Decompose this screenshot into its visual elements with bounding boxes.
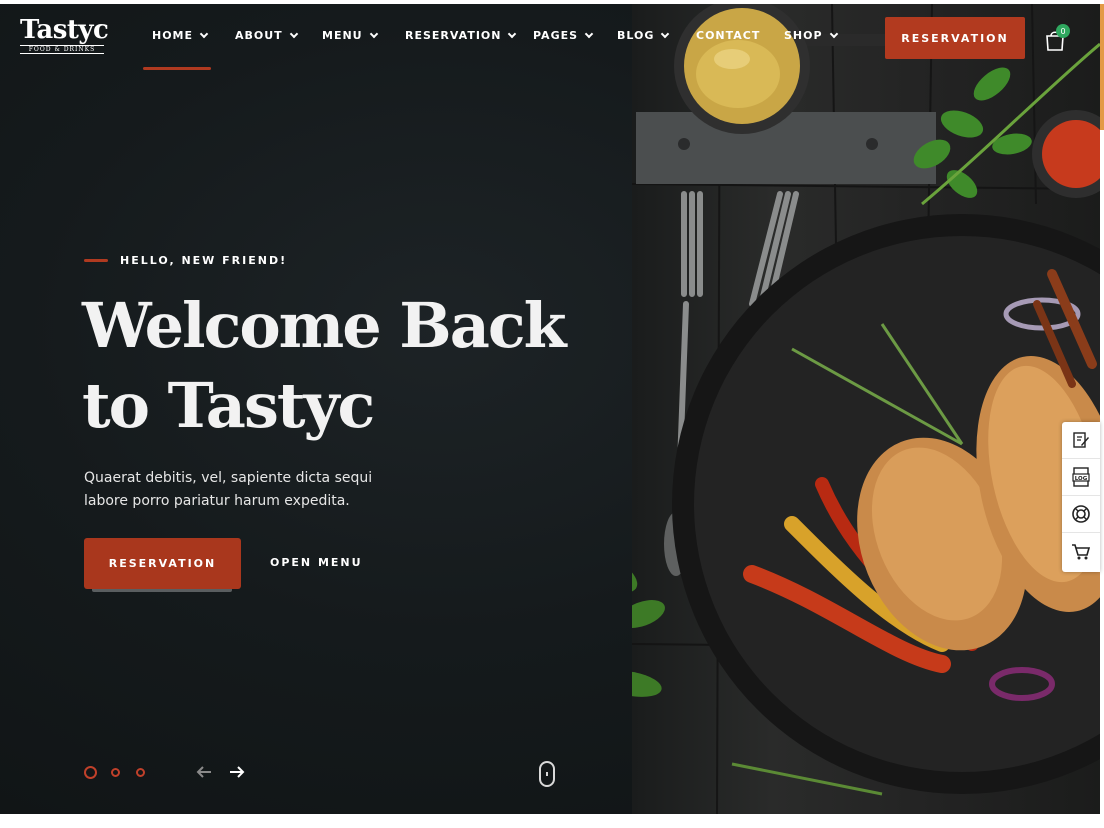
nav-item-shop[interactable]: SHOP xyxy=(784,29,838,42)
nav-item-reservation[interactable]: RESERVATION xyxy=(405,29,517,42)
nav-reservation-button[interactable]: RESERVATION xyxy=(885,17,1025,59)
side-tool-support[interactable] xyxy=(1062,496,1100,533)
nav-item-menu[interactable]: MENU xyxy=(322,29,378,42)
nav-item-about[interactable]: ABOUT xyxy=(235,29,298,42)
logo[interactable]: Tastyc FOOD & DRINKS xyxy=(20,16,110,56)
chevron-down-icon xyxy=(829,29,838,38)
side-tool-edit[interactable] xyxy=(1062,422,1100,459)
nav-item-home[interactable]: HOME xyxy=(152,29,209,42)
hero-description: Quaerat debitis, vel, sapiente dicta seq… xyxy=(84,467,384,513)
nav-item-pages[interactable]: PAGES xyxy=(533,29,594,42)
arrow-left-icon xyxy=(196,766,211,778)
edit-icon xyxy=(1073,432,1089,448)
hero-reservation-button[interactable]: RESERVATION xyxy=(84,538,241,589)
side-tool-log[interactable]: LOG xyxy=(1062,459,1100,496)
cart-button[interactable]: 0 xyxy=(1044,24,1072,54)
open-menu-link[interactable]: OPEN MENU xyxy=(270,556,363,569)
page-edge-accent xyxy=(1100,4,1104,130)
chevron-down-icon xyxy=(369,29,378,38)
slider-dot[interactable] xyxy=(111,768,120,777)
arrow-right-icon xyxy=(230,766,245,778)
cart-count-badge: 0 xyxy=(1056,24,1070,38)
chevron-down-icon xyxy=(199,29,209,38)
nav-item-label: CONTACT xyxy=(696,29,761,42)
slider-dot-active[interactable] xyxy=(84,766,97,779)
hero-title: Welcome Back to Tastyc xyxy=(82,286,602,446)
nav-item-label: PAGES xyxy=(533,29,579,42)
svg-text:LOG: LOG xyxy=(1075,476,1088,482)
food-photo xyxy=(586,4,1100,814)
scroll-down-icon[interactable] xyxy=(539,761,555,787)
slider-next-button[interactable] xyxy=(228,764,246,780)
nav-active-indicator xyxy=(143,67,211,70)
chevron-down-icon xyxy=(289,29,298,38)
nav-item-label: MENU xyxy=(322,29,363,42)
side-toolbar: LOG xyxy=(1062,422,1100,572)
chevron-down-icon xyxy=(508,29,517,38)
nav-item-label: SHOP xyxy=(784,29,823,42)
chevron-down-icon xyxy=(584,29,594,38)
logo-name: Tastyc xyxy=(20,15,109,45)
hero-description-line-2: labore porro pariatur harum expedita. xyxy=(84,493,350,509)
nav-item-contact[interactable]: CONTACT xyxy=(696,29,760,42)
slider-dot[interactable] xyxy=(136,768,145,777)
nav-item-label: RESERVATION xyxy=(405,29,502,42)
lifebuoy-icon xyxy=(1072,505,1090,523)
nav-item-label: BLOG xyxy=(617,29,655,42)
food-illustration xyxy=(586,4,1100,814)
hero-title-line-2: to Tastyc xyxy=(82,369,375,442)
hero-description-line-1: Quaerat debitis, vel, sapiente dicta seq… xyxy=(84,470,373,486)
hero-eyebrow: HELLO, NEW FRIEND! xyxy=(84,254,287,267)
nav-item-label: HOME xyxy=(152,29,194,42)
eyebrow-text: HELLO, NEW FRIEND! xyxy=(120,254,288,267)
nav-item-blog[interactable]: BLOG xyxy=(617,29,670,42)
nav-item-label: ABOUT xyxy=(235,29,283,42)
cart-icon xyxy=(1072,543,1091,559)
eyebrow-line xyxy=(84,259,108,262)
chevron-down-icon xyxy=(661,29,670,38)
page-bottom-strip xyxy=(0,814,1104,828)
hero-title-line-1: Welcome Back xyxy=(82,289,567,362)
side-tool-cart[interactable] xyxy=(1062,533,1100,570)
logo-tagline: FOOD & DRINKS xyxy=(20,45,104,54)
log-icon: LOG xyxy=(1072,467,1090,487)
slider-prev-button[interactable] xyxy=(195,764,213,780)
